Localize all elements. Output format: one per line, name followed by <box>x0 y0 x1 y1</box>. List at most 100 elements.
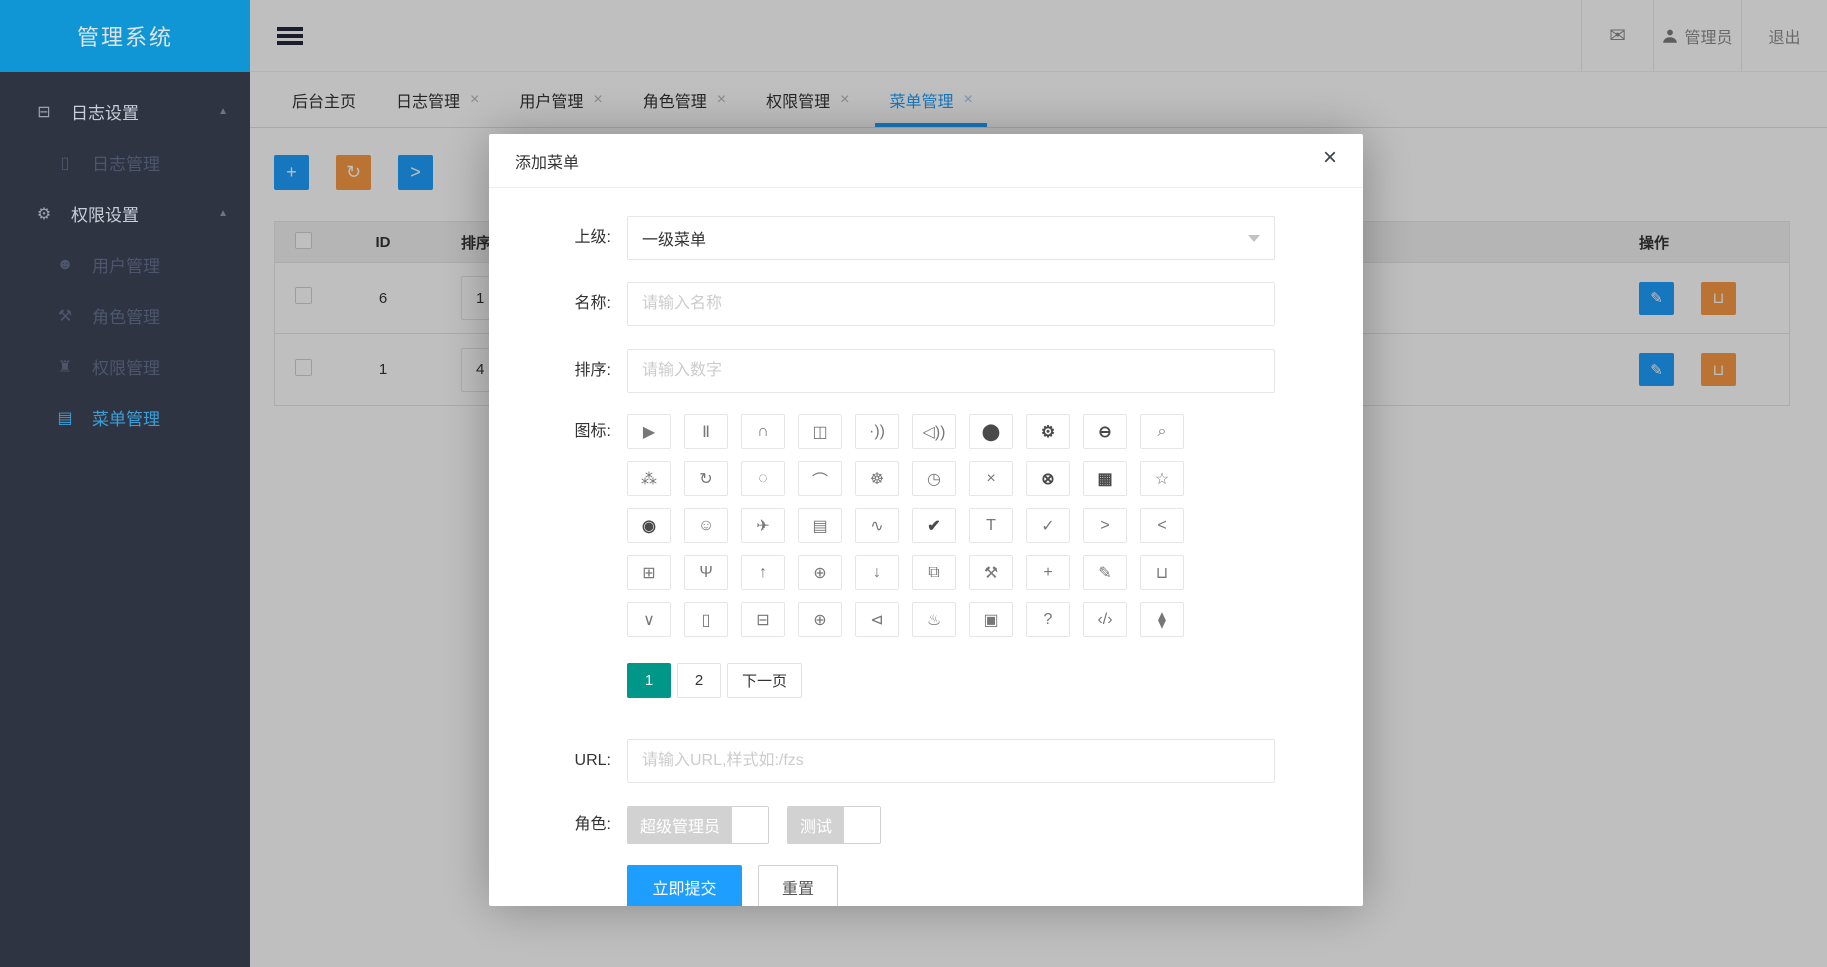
file-icon: ▯ <box>60 154 70 172</box>
icon-grid: ▶ Ⅱ ∩ ◫ ·)) ◁)) ⬤ ⚙ ⊖ ⌕ ⁂ ↻ ◌ ⌒ ☸ ◷ × ⊗ ▦ ☆ ◉ ☺ ✈ ▤ ∿ ✔ T ✓ > < ⊞ Ψ ↑ ⊕ ↓ ⧉… <box>627 414 1227 637</box>
check-circle-outline-icon-button[interactable]: ✓ <box>1026 508 1070 543</box>
parent-menu-select[interactable]: 一级菜单 <box>627 216 1275 260</box>
plus-icon-button[interactable]: + <box>1026 555 1070 590</box>
sort-row: 排序: <box>489 349 1363 393</box>
check-circle-filled-icon-button[interactable]: ✔ <box>912 508 956 543</box>
code-circle-icon-button[interactable]: ‹/› <box>1083 602 1127 637</box>
page-1-button[interactable]: 1 <box>627 663 671 698</box>
chevron-right-icon-button[interactable]: > <box>1083 508 1127 543</box>
role-checkbox-label: 测试 <box>788 807 845 843</box>
table-grid-icon-button[interactable]: ⊞ <box>627 555 671 590</box>
sidebar-item-menu-management[interactable]: ▤ 菜单管理 <box>0 392 250 443</box>
t-shirt-icon-button[interactable]: T <box>969 508 1013 543</box>
sidebar-item-permission-management[interactable]: ♜ 权限管理 <box>0 341 250 392</box>
close-circle-icon-button[interactable]: ⊗ <box>1026 461 1070 496</box>
chevron-down-icon <box>1248 235 1260 242</box>
file-blank-icon-button[interactable]: ▯ <box>684 602 728 637</box>
sidebar-item-log-settings[interactable]: ⊟ 日志设置 ▲ <box>0 86 250 137</box>
window-icon: ⊟ <box>37 103 51 121</box>
arc-icon-button[interactable]: ⌒ <box>798 461 842 496</box>
video-icon-button[interactable]: ◫ <box>798 414 842 449</box>
reset-button[interactable]: 重置 <box>758 865 838 906</box>
arrow-up-circle-icon-button[interactable]: ↑ <box>741 555 785 590</box>
sidebar-item-label: 角色管理 <box>92 308 160 327</box>
sidebar-item-log-management[interactable]: ▯ 日志管理 <box>0 137 250 188</box>
refresh-icon-button[interactable]: ↻ <box>684 461 728 496</box>
plus-circle-thin-icon-button[interactable]: ⊕ <box>798 602 842 637</box>
stamp-icon: ♜ <box>57 358 73 376</box>
name-input[interactable] <box>627 282 1275 326</box>
app-logo: 管理系统 <box>0 0 250 72</box>
close-icon[interactable]: × <box>1323 146 1337 170</box>
role-checkbox-super-admin[interactable]: 超级管理员 <box>627 806 770 844</box>
clock-arrow-icon-button[interactable]: ◷ <box>912 461 956 496</box>
modal-actions-row: 立即提交 重置 <box>489 844 1363 906</box>
url-label: URL: <box>574 752 611 769</box>
trash-icon-button[interactable]: ⊔ <box>1140 555 1184 590</box>
role-label: 角色: <box>574 816 611 833</box>
sidebar-item-user-management[interactable]: ☻ 用户管理 <box>0 239 250 290</box>
sidebar-item-role-management[interactable]: ⚒ 角色管理 <box>0 290 250 341</box>
plus-circle-icon-button[interactable]: ⊕ <box>798 555 842 590</box>
image-frame-icon-button[interactable]: ▣ <box>969 602 1013 637</box>
palm-tree-icon-button[interactable]: Ψ <box>684 555 728 590</box>
fountain-icon-button[interactable]: ♨ <box>912 602 956 637</box>
question-mark-icon-button[interactable]: ? <box>1026 602 1070 637</box>
water-drops-icon-button[interactable]: ⧫ <box>1140 602 1184 637</box>
pencil-icon-button[interactable]: ✎ <box>1083 555 1127 590</box>
record-oval-icon-button[interactable]: ◉ <box>627 508 671 543</box>
parent-menu-row: 上级: 一级菜单 <box>489 216 1363 260</box>
name-label: 名称: <box>574 295 611 312</box>
page-2-button[interactable]: 2 <box>677 663 721 698</box>
star-icon-button[interactable]: ☆ <box>1140 461 1184 496</box>
chevron-down-icon-button[interactable]: ∨ <box>627 602 671 637</box>
tools-icon-button[interactable]: ⚒ <box>969 555 1013 590</box>
icon-label: 图标: <box>574 423 611 440</box>
close-icon-button[interactable]: × <box>969 461 1013 496</box>
parent-menu-value: 一级菜单 <box>642 232 707 249</box>
paper-plane-icon-button[interactable]: ✈ <box>741 508 785 543</box>
checkbox-box <box>844 807 881 843</box>
presentation-board-icon-button[interactable]: ▦ <box>1083 461 1127 496</box>
minus-circle-icon-button[interactable]: ⊖ <box>1083 414 1127 449</box>
gear-outline-icon-button[interactable]: ☸ <box>855 461 899 496</box>
tools-icon: ⚒ <box>57 307 73 325</box>
next-page-button[interactable]: 下一页 <box>727 663 803 698</box>
url-input[interactable] <box>627 739 1275 783</box>
sidebar-item-permission-settings[interactable]: ⚙ 权限设置 ▲ <box>0 188 250 239</box>
sidebar-item-label: 权限设置 <box>71 206 139 225</box>
browser-window-icon-button[interactable]: ⊟ <box>741 602 785 637</box>
search-icon-button[interactable]: ⌕ <box>1140 414 1184 449</box>
headphones-icon-button[interactable]: ∩ <box>741 414 785 449</box>
icon-pagination: 1 2 下一页 <box>627 663 1363 698</box>
play-circle-icon-button[interactable]: ▶ <box>627 414 671 449</box>
submit-button[interactable]: 立即提交 <box>627 865 742 906</box>
modal-header: 添加菜单 × <box>489 134 1363 188</box>
sort-input[interactable] <box>627 349 1275 393</box>
user-icon: ☻ <box>56 255 74 273</box>
smiley-face-icon-button[interactable]: ☺ <box>684 508 728 543</box>
chevron-up-icon: ▲ <box>218 208 228 219</box>
sort-label: 排序: <box>574 362 611 379</box>
sidebar-item-label: 菜单管理 <box>92 410 160 429</box>
role-checkbox-test[interactable]: 测试 <box>787 806 882 844</box>
sidebar-item-label: 用户管理 <box>92 257 160 276</box>
speaker-icon-button[interactable]: ◁)) <box>912 414 956 449</box>
share-nodes-icon-button[interactable]: ⁂ <box>627 461 671 496</box>
arrow-down-circle-icon-button[interactable]: ↓ <box>855 555 899 590</box>
gear-filled-icon-button[interactable]: ⚙ <box>1026 414 1070 449</box>
chat-dots-icon-button[interactable]: ⬤ <box>969 414 1013 449</box>
copy-buildings-icon-button[interactable]: ⧉ <box>912 555 956 590</box>
chevron-left-circle-icon-button[interactable]: ⊲ <box>855 602 899 637</box>
pulse-icon-button[interactable]: ∿ <box>855 508 899 543</box>
loading-dots-icon-button[interactable]: ◌ <box>741 461 785 496</box>
pause-circle-icon-button[interactable]: Ⅱ <box>684 414 728 449</box>
role-checkbox-label: 超级管理员 <box>628 807 733 843</box>
voice-signal-icon-button[interactable]: ·)) <box>855 414 899 449</box>
chevron-left-icon-button[interactable]: < <box>1140 508 1184 543</box>
modal-title: 添加菜单 <box>515 154 580 172</box>
modal-body: 上级: 一级菜单 名称: 排序: 图标: ▶ Ⅱ ∩ ◫ ·)) ◁)) ⬤ ⚙ ⊖ ⌕ <box>489 188 1363 906</box>
document-text-icon-button[interactable]: ▤ <box>798 508 842 543</box>
sidebar-item-label: 日志管理 <box>92 155 160 174</box>
sidebar-item-label: 日志设置 <box>71 104 139 123</box>
